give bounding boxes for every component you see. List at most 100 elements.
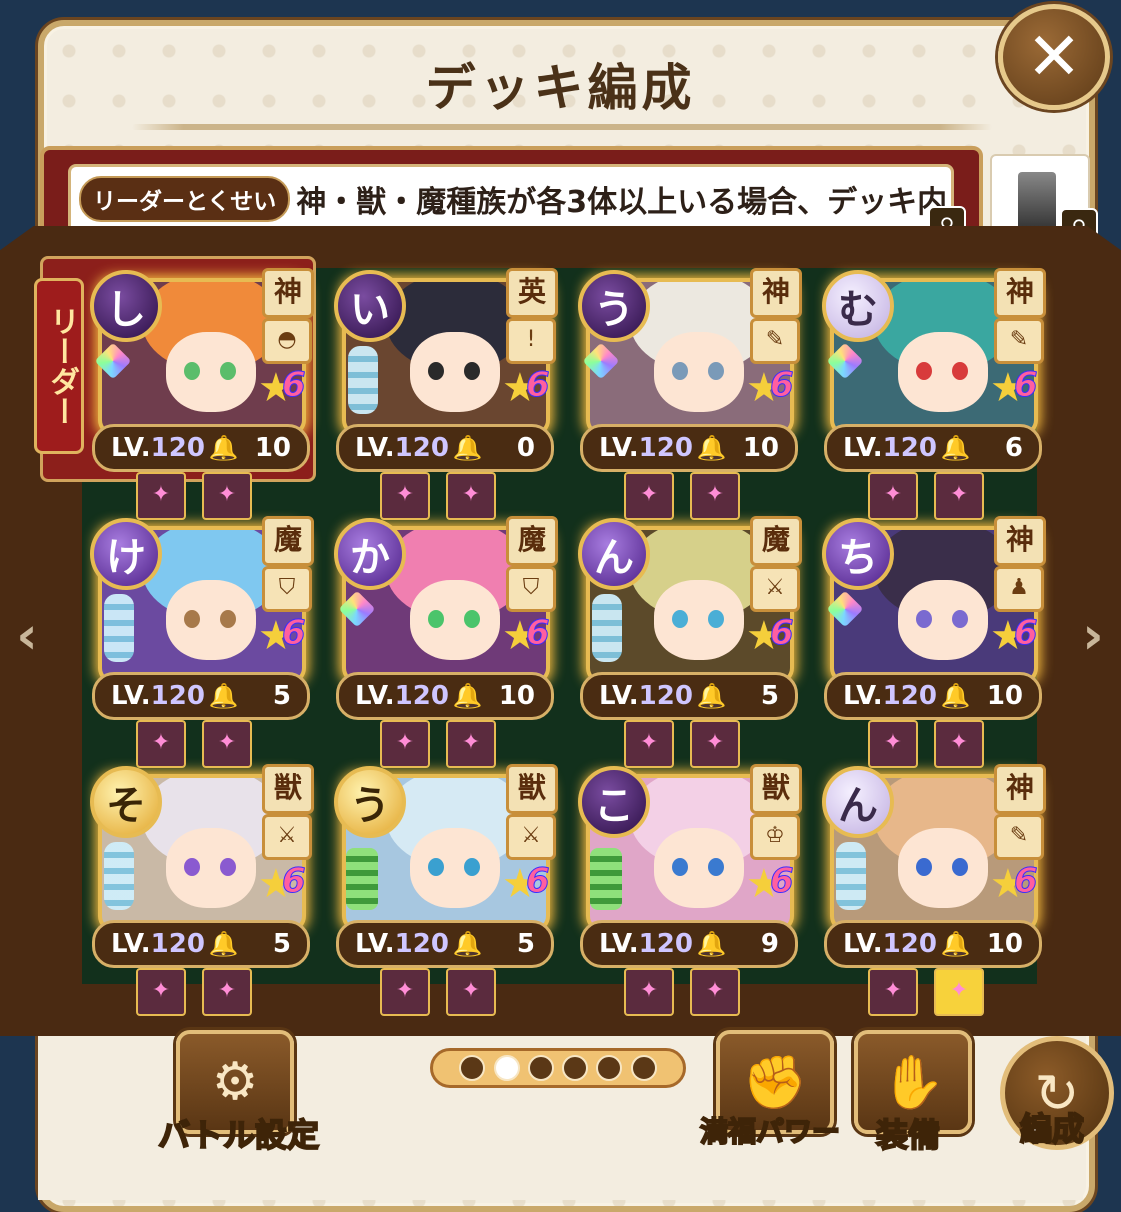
equipment-slot-1[interactable]: ✦ xyxy=(136,968,186,1016)
level-bar: LV.120 🔔 10 xyxy=(824,920,1042,968)
rarity-star-icon: ★ 6 xyxy=(746,365,794,411)
level-bar: LV.120 🔔 5 xyxy=(336,920,554,968)
page-dot[interactable] xyxy=(630,1055,657,1081)
equipment-slot-2[interactable]: ✦ xyxy=(934,968,984,1016)
page-title: デッキ編成 xyxy=(425,59,696,117)
bell-count: 10 xyxy=(742,433,779,463)
bell-count: 10 xyxy=(986,929,1023,959)
character-initial-badge: ん xyxy=(822,766,894,838)
leaf-buff-icon xyxy=(346,848,378,910)
equipment-slot-2[interactable]: ✦ xyxy=(690,720,740,768)
leader-skill-field[interactable]: リーダーとくせい 神・獣・魔種族が各3体以上いる場合、デッキ内 xyxy=(68,164,954,234)
equipment-slot-2[interactable]: ✦ xyxy=(202,720,252,768)
title-divider xyxy=(132,124,992,130)
character-card[interactable]: う 獣 ⚔ ★ 6 LV.120 🔔 5 ✦ ✦ xyxy=(330,764,558,1016)
level-value: 120 xyxy=(394,681,449,711)
character-initial-badge: う xyxy=(334,766,406,838)
fullness-power-label: 満福パワー xyxy=(699,1114,841,1149)
race-tag: 英 xyxy=(506,268,558,318)
character-card[interactable]: む 神 ✎ ★ 6 LV.120 🔔 6 ✦ ✦ xyxy=(818,268,1046,520)
equipment-slot-1[interactable]: ✦ xyxy=(624,472,674,520)
bell-icon: 🔔 xyxy=(696,682,727,710)
leaf-buff-icon xyxy=(590,848,622,910)
character-card[interactable]: う 神 ✎ ★ 6 LV.120 🔔 10 ✦ ✦ xyxy=(574,268,802,520)
skill-type-icon: ✎ xyxy=(750,318,800,364)
character-card[interactable]: か 魔 ⛉ ★ 6 LV.120 🔔 10 ✦ ✦ xyxy=(330,516,558,768)
equipment-slot-1[interactable]: ✦ xyxy=(868,720,918,768)
character-card[interactable]: け 魔 ⛉ ★ 6 LV.120 🔔 5 ✦ ✦ xyxy=(86,516,314,768)
page-dot[interactable] xyxy=(527,1055,554,1081)
bell-icon: 🔔 xyxy=(452,682,483,710)
ice-buff-icon xyxy=(836,842,866,910)
bell-count: 10 xyxy=(498,681,535,711)
equipment-slot-2[interactable]: ✦ xyxy=(202,968,252,1016)
equipment-slot-2[interactable]: ✦ xyxy=(690,472,740,520)
level-prefix: LV. xyxy=(355,929,395,959)
character-card[interactable]: ち 神 ♟ ★ 6 LV.120 🔔 10 ✦ ✦ xyxy=(818,516,1046,768)
rarity-star-icon: ★ 6 xyxy=(502,861,550,907)
page-dot[interactable] xyxy=(596,1055,623,1081)
close-button[interactable]: ✕ xyxy=(998,4,1110,110)
level-prefix: LV. xyxy=(355,433,395,463)
level-bar: LV.120 🔔 5 xyxy=(580,672,798,720)
equipment-slot-1[interactable]: ✦ xyxy=(380,720,430,768)
gear-icon: ⚙ xyxy=(211,1052,259,1112)
equipment-slot-1[interactable]: ✦ xyxy=(136,472,186,520)
equipment-slot-2[interactable]: ✦ xyxy=(446,968,496,1016)
equipment-slot-2[interactable]: ✦ xyxy=(934,720,984,768)
equipment-slot-1[interactable]: ✦ xyxy=(624,720,674,768)
next-page-arrow-icon[interactable]: › xyxy=(1078,606,1108,666)
character-card[interactable]: し 神 ◓ ★ 6 LV.120 🔔 10 ✦ ✦ xyxy=(86,268,314,520)
page-dot[interactable] xyxy=(459,1055,486,1081)
bell-icon: 🔔 xyxy=(208,682,239,710)
level-prefix: LV. xyxy=(111,433,151,463)
skill-type-icon: ! xyxy=(506,318,556,364)
bell-count: 10 xyxy=(254,433,291,463)
level-prefix: LV. xyxy=(111,929,151,959)
equipment-slot-1[interactable]: ✦ xyxy=(868,968,918,1016)
skill-type-icon: ⚔ xyxy=(262,814,312,860)
equipment-slot-2[interactable]: ✦ xyxy=(202,472,252,520)
character-card[interactable]: い 英 ! ★ 6 LV.120 🔔 0 ✦ ✦ xyxy=(330,268,558,520)
equipment-slot-1[interactable]: ✦ xyxy=(380,968,430,1016)
battle-settings-label: バトル設定 xyxy=(157,1115,320,1155)
rarity-star-icon: ★ 6 xyxy=(258,613,306,659)
bell-icon: 🔔 xyxy=(208,434,239,462)
level-bar: LV.120 🔔 10 xyxy=(92,424,310,472)
equipment-slot-2[interactable]: ✦ xyxy=(446,472,496,520)
rarity-star-icon: ★ 6 xyxy=(258,365,306,411)
ice-buff-icon xyxy=(104,594,134,662)
character-card[interactable]: そ 獣 ⚔ ★ 6 LV.120 🔔 5 ✦ ✦ xyxy=(86,764,314,1016)
level-prefix: LV. xyxy=(843,929,883,959)
rarity-star-icon: ★ 6 xyxy=(990,613,1038,659)
character-card[interactable]: こ 獣 ♔ ★ 6 LV.120 🔔 9 ✦ ✦ xyxy=(574,764,802,1016)
equipment-slot-2[interactable]: ✦ xyxy=(934,472,984,520)
skill-type-icon: ⚔ xyxy=(506,814,556,860)
level-bar: LV.120 🔔 9 xyxy=(580,920,798,968)
equipment-slot-1[interactable]: ✦ xyxy=(624,968,674,1016)
level-prefix: LV. xyxy=(355,681,395,711)
equipment-slot-1[interactable]: ✦ xyxy=(868,472,918,520)
page-dot[interactable] xyxy=(493,1055,520,1081)
level-bar: LV.120 🔔 10 xyxy=(824,672,1042,720)
equipment-slot-2[interactable]: ✦ xyxy=(446,720,496,768)
prev-page-arrow-icon[interactable]: ‹ xyxy=(12,606,42,666)
equipment-slot-1[interactable]: ✦ xyxy=(380,472,430,520)
character-card[interactable]: ん 魔 ⚔ ★ 6 LV.120 🔔 5 ✦ ✦ xyxy=(574,516,802,768)
page-dot[interactable] xyxy=(562,1055,589,1081)
race-tag: 獣 xyxy=(506,764,558,814)
level-value: 120 xyxy=(150,433,205,463)
level-value: 120 xyxy=(638,929,693,959)
equipment-slot-2[interactable]: ✦ xyxy=(690,968,740,1016)
bell-count: 0 xyxy=(516,433,535,463)
skill-type-icon: ⛉ xyxy=(262,566,312,612)
level-value: 120 xyxy=(882,929,937,959)
level-value: 120 xyxy=(882,433,937,463)
character-initial-badge: け xyxy=(90,518,162,590)
ice-buff-icon xyxy=(104,842,134,910)
character-card[interactable]: ん 神 ✎ ★ 6 LV.120 🔔 10 ✦ ✦ xyxy=(818,764,1046,1016)
equipment-slot-1[interactable]: ✦ xyxy=(136,720,186,768)
level-bar: LV.120 🔔 5 xyxy=(92,672,310,720)
bell-icon: 🔔 xyxy=(940,930,971,958)
character-initial-badge: こ xyxy=(578,766,650,838)
